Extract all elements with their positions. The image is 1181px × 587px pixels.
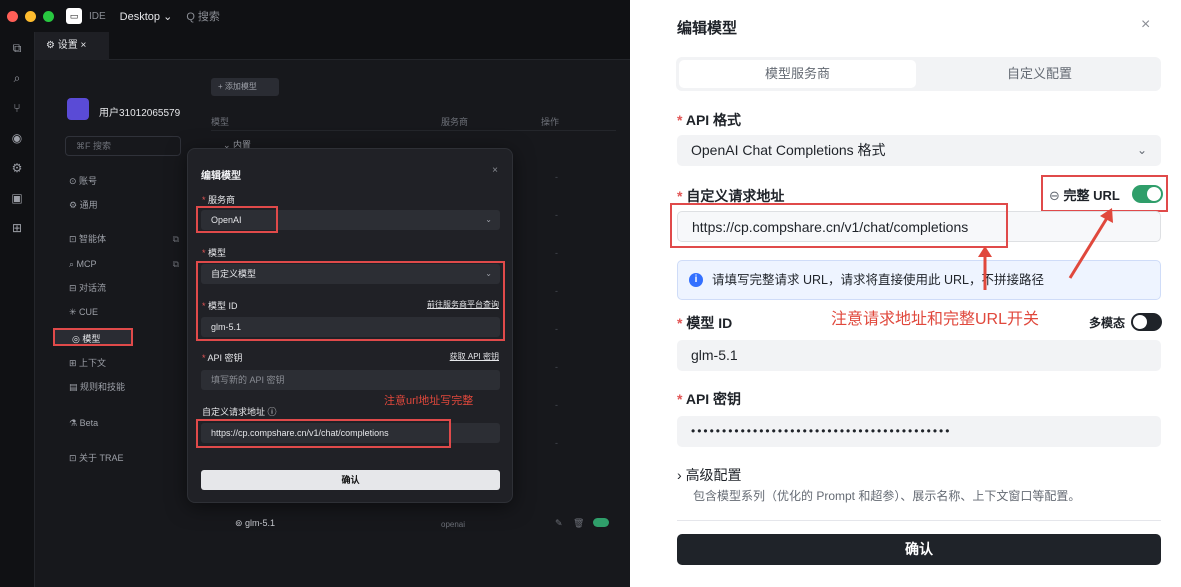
highlight-box xyxy=(196,419,451,448)
sidebar-item-label: ⊡ 智能体 xyxy=(69,234,107,244)
external-icon: ⧉ xyxy=(172,234,179,244)
minimize-window-icon[interactable] xyxy=(25,10,36,22)
avatar xyxy=(67,98,89,120)
dialog-title: 编辑模型 xyxy=(201,171,241,182)
confirm-button[interactable]: 确认 xyxy=(201,470,500,490)
maximize-window-icon[interactable] xyxy=(43,10,54,22)
title-bar: ▭ IDE Desktop ⌄ Q 搜索 xyxy=(0,0,630,32)
api-format-select[interactable]: OpenAI Chat Completions 格式 ⌄ xyxy=(677,135,1161,166)
row-provider: openai xyxy=(441,520,466,529)
highlight-box xyxy=(196,206,278,233)
column-header-model: 模型 xyxy=(211,117,230,127)
workspace-selector[interactable]: Desktop ⌄ xyxy=(120,10,173,23)
tab-bar: ⚙ 设置 × xyxy=(35,32,630,60)
model-id-label: * 模型 ID xyxy=(677,315,733,331)
activity-bar: ⧉ ⌕ ⑂ ◉ ⚙ ▣ ⊞ xyxy=(0,32,35,587)
close-window-icon[interactable] xyxy=(7,10,18,22)
row-placeholder: - xyxy=(555,248,558,258)
panel-title: 编辑模型 xyxy=(677,20,738,37)
row-placeholder: - xyxy=(555,286,558,296)
sidebar-item-models[interactable]: ◎ 模型 xyxy=(53,328,133,346)
sidebar-item-account[interactable]: ⊙ 账号 xyxy=(69,172,179,190)
terminal-icon[interactable]: ▣ xyxy=(0,184,34,212)
info-banner: i 请填写完整请求 URL，请求将直接使用此 URL，不拼接路径 xyxy=(677,260,1161,300)
row-placeholder: - xyxy=(555,400,558,410)
column-header-action: 操作 xyxy=(541,117,560,127)
sidebar-item-about[interactable]: ⊡ 关于 TRAE xyxy=(69,449,179,467)
info-icon: i xyxy=(689,273,703,287)
explorer-icon[interactable]: ⧉ xyxy=(0,34,34,62)
divider xyxy=(677,520,1161,521)
close-icon[interactable]: × xyxy=(1141,16,1150,34)
confirm-button[interactable]: 确认 xyxy=(677,534,1161,565)
api-format-label: * API 格式 xyxy=(677,112,742,128)
sidebar-item-cue[interactable]: ✳ CUE xyxy=(69,303,179,321)
global-search[interactable]: Q 搜索 xyxy=(186,8,220,24)
api-key-input[interactable]: ••••••••••••••••••••••••••••••••••••••••… xyxy=(677,416,1161,447)
sidebar-item-rules[interactable]: ▤ 规则和技能 xyxy=(69,378,179,396)
info-text: 请填写完整请求 URL，请求将直接使用此 URL，不拼接路径 xyxy=(712,273,1044,287)
chevron-down-icon: ⌄ xyxy=(1136,143,1147,157)
preview-icon[interactable]: ◉ xyxy=(0,124,34,152)
advanced-config-description: 包含模型系列（优化的 Prompt 和超参）、展示名称、上下文窗口等配置。 xyxy=(693,489,1081,503)
settings-search-input[interactable]: ⌘F 搜索 xyxy=(65,136,181,156)
sidebar-item-label: ⌕ MCP xyxy=(69,259,97,269)
highlight-box xyxy=(670,203,1008,248)
row-placeholder: - xyxy=(555,324,558,334)
url-label: 自定义请求地址 ⓘ xyxy=(202,407,277,417)
edit-icon[interactable]: ✎ xyxy=(555,518,563,529)
sidebar-item-dialog-flow[interactable]: ⊟ 对话流 xyxy=(69,279,179,297)
model-enabled-toggle[interactable] xyxy=(593,518,609,527)
sidebar-item-general[interactable]: ⚙ 通用 xyxy=(69,196,179,214)
api-key-input[interactable]: 填写新的 API 密钥 xyxy=(201,370,500,390)
source-control-icon[interactable]: ⑂ xyxy=(0,94,34,122)
edit-model-dialog: 编辑模型 × * 服务商 OpenAI ⌄ * 模型 自定义模型 ⌄ * 模型 ID… xyxy=(187,148,513,503)
trae-logo-icon: ▭ xyxy=(66,8,82,24)
advanced-config-toggle[interactable]: › 高级配置 xyxy=(677,465,742,485)
ide-window: ▭ IDE Desktop ⌄ Q 搜索 ⧉ ⌕ ⑂ ◉ ⚙ ▣ ⊞ ⚙ 设置 … xyxy=(0,0,630,587)
chevron-right-icon: › xyxy=(677,467,686,483)
multimodal-toggle[interactable] xyxy=(1131,313,1162,331)
highlight-box xyxy=(1041,175,1168,212)
row-placeholder: - xyxy=(555,172,558,182)
user-name: 用户31012065579 xyxy=(99,108,181,119)
highlight-box xyxy=(196,261,505,341)
multimodal-label: 多模态 xyxy=(1089,316,1126,330)
annotation-text: 注意url地址写完整 xyxy=(384,395,474,407)
sidebar-item-context[interactable]: ⊞ 上下文 xyxy=(69,354,179,372)
chevron-down-icon: ⌄ xyxy=(485,215,492,224)
tab-settings[interactable]: ⚙ 设置 × xyxy=(35,32,109,60)
row-placeholder: - xyxy=(555,438,558,448)
close-icon[interactable]: × xyxy=(492,165,498,176)
sidebar-item-agents[interactable]: ⊡ 智能体 ⧉ xyxy=(69,230,179,248)
delete-icon[interactable]: 🗑 xyxy=(573,518,584,529)
get-api-key-link[interactable]: 获取 API 密钥 xyxy=(450,351,499,362)
provider-label: * 服务商 xyxy=(202,195,236,205)
tab-model-provider[interactable]: 模型服务商 xyxy=(679,60,916,88)
tab-custom-config[interactable]: 自定义配置 xyxy=(921,60,1158,88)
debug-icon[interactable]: ⚙ xyxy=(0,154,34,182)
search-icon[interactable]: ⌕ xyxy=(0,64,34,92)
extensions-icon[interactable]: ⊞ xyxy=(0,214,34,242)
annotation-text: 注意请求地址和完整URL开关 xyxy=(831,311,1040,328)
divider xyxy=(211,130,616,131)
sidebar-item-beta[interactable]: ⚗ Beta xyxy=(69,414,179,432)
api-key-label: * API 密钥 xyxy=(677,391,742,407)
column-header-provider: 服务商 xyxy=(441,117,469,127)
settings-sidebar: 用户31012065579 ⌘F 搜索 ⊙ 账号 ⚙ 通用 ⊡ 智能体 ⧉ ⌕ M… xyxy=(35,60,195,587)
model-id-input[interactable]: glm-5.1 xyxy=(677,340,1161,371)
external-icon: ⧉ xyxy=(172,259,179,269)
row-placeholder: - xyxy=(555,362,558,372)
row-placeholder: - xyxy=(555,210,558,220)
config-tabs: 模型服务商 自定义配置 xyxy=(676,57,1161,91)
api-key-label: * API 密钥 xyxy=(202,353,243,363)
sidebar-item-mcp[interactable]: ⌕ MCP ⧉ xyxy=(69,255,179,273)
table-row[interactable]: ⊚ glm-5.1 xyxy=(235,518,275,529)
model-label: * 模型 xyxy=(202,248,227,258)
app-label: IDE xyxy=(89,10,106,22)
add-model-button[interactable]: + 添加模型 xyxy=(211,78,279,96)
edit-model-panel: 编辑模型 × 模型服务商 自定义配置 * API 格式 OpenAI Chat … xyxy=(650,0,1181,587)
